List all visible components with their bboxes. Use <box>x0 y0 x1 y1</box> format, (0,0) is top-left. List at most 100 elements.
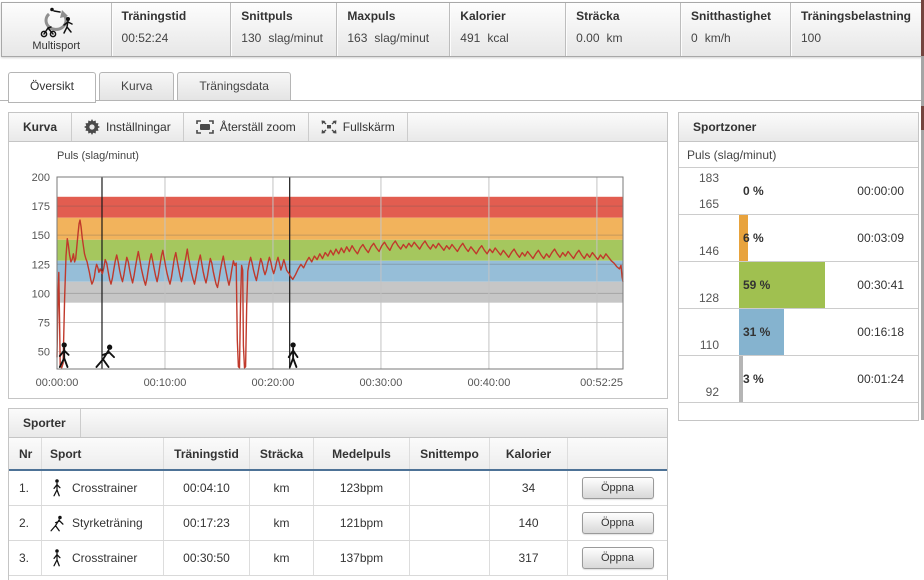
x-axis-tick: 00:40:00 <box>468 377 511 389</box>
cell-calories: 34 <box>489 471 567 505</box>
styrketrning-icon <box>50 513 64 533</box>
training-app-window: Multisport Träningstid 00:52:24 Snittpuls 1… <box>0 0 924 580</box>
stat-value: 00:52:24 <box>122 31 221 45</box>
cell-pace <box>409 471 489 505</box>
stat-value-number: 491 <box>460 31 480 45</box>
zone-row: 110 31 % 00:16:18 <box>679 309 918 356</box>
cell-calories: 140 <box>489 506 567 540</box>
sports-table-body: 1.Crosstrainer00:04:10km123bpm34Öppna2.S… <box>9 471 667 576</box>
reset-zoom-icon <box>196 120 214 134</box>
sports-panel: Sporter NrSportTräningstidSträckaMedelpu… <box>8 408 668 580</box>
tab-kurva[interactable]: Kurva <box>99 72 174 101</box>
zone-percent: 31 % <box>743 325 770 339</box>
header-stat: Sträcka0.00km <box>565 3 680 56</box>
sport-row: 2.Styrketräning00:17:23km121bpm140Öppna <box>9 506 667 541</box>
stat-label: Maxpuls <box>347 9 439 23</box>
curve-toolbar: Kurva Inställningar Återställ zoom Fullskä… <box>9 113 667 142</box>
x-axis-tick: 00:00:00 <box>36 377 79 389</box>
cell-action: Öppna <box>567 471 667 505</box>
col-header <box>567 438 667 469</box>
sports-header: Sporter <box>9 409 667 438</box>
heart-rate-chart[interactable]: 200175150125100755000:00:0000:10:0000:20… <box>17 173 637 397</box>
cell-pace <box>409 506 489 540</box>
stat-label: Träningsbelastning <box>801 9 911 23</box>
open-button[interactable]: Öppna <box>582 477 654 499</box>
sport-figure-icon <box>51 516 63 531</box>
hr-zone-band <box>57 282 623 303</box>
stat-label: Träningstid <box>122 9 221 23</box>
x-axis-tick: 00:10:00 <box>144 377 187 389</box>
tool-button-label: Återställ zoom <box>220 120 296 134</box>
y-axis-tick: 100 <box>32 288 50 300</box>
stat-value-unit: km/h <box>705 31 731 45</box>
fullscreen-icon <box>321 120 337 134</box>
stat-value-number: 00:52:24 <box>122 31 169 45</box>
sport-type-cell: Multisport <box>2 3 111 56</box>
y-axis-tick: 175 <box>32 201 50 213</box>
stat-value: 163slag/minut <box>347 31 439 45</box>
fullscreen-button[interactable]: Fullskärm <box>309 113 408 141</box>
zone-rows: 1831650 %00:00:001466 %00:03:0912859 %00… <box>679 168 918 403</box>
y-axis-tick: 200 <box>32 173 50 184</box>
zone-lower-bound: 110 <box>679 338 719 352</box>
tab-bar: ÖversiktKurvaTräningsdata <box>8 72 294 103</box>
zone-time: 00:16:18 <box>857 325 904 339</box>
cell-nr: 1. <box>9 471 41 505</box>
stat-value-unit: slag/minut <box>268 31 323 45</box>
stat-value-unit: slag/minut <box>374 31 429 45</box>
sports-table-header: NrSportTräningstidSträckaMedelpulsSnitte… <box>9 438 667 471</box>
stat-label: Snittpuls <box>241 9 326 23</box>
header-stat: Träningsbelastning 100 <box>790 3 921 56</box>
stat-value: 130 slag/minut <box>241 31 326 45</box>
cell-nr: 3. <box>9 541 41 575</box>
tool-button-label: Inställningar <box>106 120 171 134</box>
cell-action: Öppna <box>567 541 667 575</box>
col-header: Snittempo <box>409 438 489 469</box>
hr-zone-band <box>57 197 623 218</box>
sport-name: Crosstrainer <box>72 481 137 495</box>
cell-nr: 2. <box>9 506 41 540</box>
sportzones-header: Sportzoner <box>679 113 918 142</box>
cell-time: 00:04:10 <box>163 471 249 505</box>
stat-value: 100 <box>801 31 911 45</box>
sports-title: Sporter <box>9 409 81 437</box>
gear-button[interactable]: Inställningar <box>72 113 184 141</box>
y-axis-tick: 75 <box>38 317 50 329</box>
sport-name: Crosstrainer <box>72 551 137 565</box>
sport-type-label: Multisport <box>32 40 80 52</box>
col-header: Nr <box>9 438 41 469</box>
cell-sport: Crosstrainer <box>41 541 163 575</box>
chart-axis-title: Puls (slag/minut) <box>57 150 139 162</box>
cell-calories: 317 <box>489 541 567 575</box>
zone-row: 12859 %00:30:41 <box>679 262 918 309</box>
zone-lower-bound: 92 <box>679 385 719 399</box>
stat-value-number: 130 <box>241 31 261 45</box>
zone-percent: 59 % <box>743 278 770 292</box>
sport-row: 3.Crosstrainer00:30:50km137bpm317Öppna <box>9 541 667 576</box>
sport-row: 1.Crosstrainer00:04:10km123bpm34Öppna <box>9 471 667 506</box>
col-header: Sträcka <box>249 438 313 469</box>
header-stat: Träningstid 00:52:24 <box>111 3 231 56</box>
sport-figure-icon <box>54 479 60 496</box>
x-axis-tick: 00:52:25 <box>580 377 623 389</box>
cell-avg-hr: 123bpm <box>313 471 409 505</box>
curve-panel-title: Kurva <box>9 113 72 141</box>
y-axis-tick: 150 <box>32 230 50 242</box>
cell-distance: km <box>249 541 313 575</box>
cell-sport: Styrketräning <box>41 506 163 540</box>
tab-versikt[interactable]: Översikt <box>8 72 96 103</box>
stat-value-number: 100 <box>801 31 821 45</box>
open-button[interactable]: Öppna <box>582 512 654 534</box>
hr-zone-band <box>57 218 623 240</box>
sportzones-panel: Sportzoner Puls (slag/minut) 1831650 %00… <box>678 112 919 421</box>
cell-avg-hr: 137bpm <box>313 541 409 575</box>
crosstrainer-icon <box>50 478 64 498</box>
zone-time: 00:03:09 <box>857 231 904 245</box>
tab-trningsdata[interactable]: Träningsdata <box>177 72 291 101</box>
stat-label: Kalorier <box>460 9 555 23</box>
cell-distance: km <box>249 506 313 540</box>
reset-zoom-button[interactable]: Återställ zoom <box>184 113 309 141</box>
stat-value: 0.00km <box>576 31 670 45</box>
open-button[interactable]: Öppna <box>582 547 654 569</box>
stat-value: 491kcal <box>460 31 555 45</box>
